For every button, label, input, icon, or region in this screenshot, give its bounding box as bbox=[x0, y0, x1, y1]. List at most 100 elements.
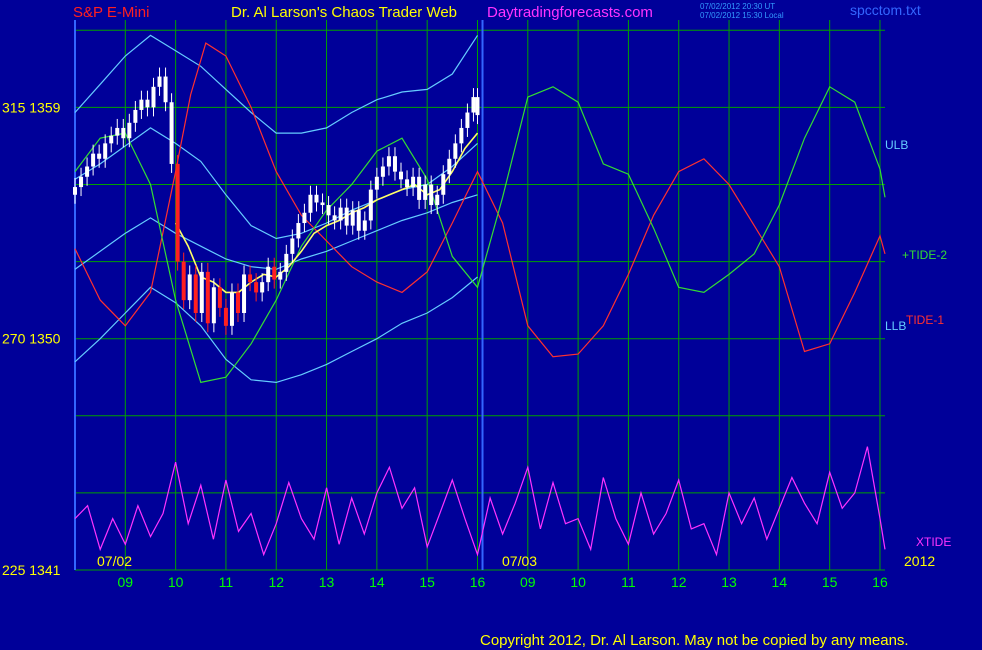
candle-body bbox=[205, 271, 210, 324]
candle-body bbox=[405, 179, 410, 188]
hour-tick-label: 14 bbox=[369, 574, 385, 590]
candle-body bbox=[453, 143, 458, 159]
candle-body bbox=[314, 194, 319, 203]
candle-body bbox=[447, 158, 452, 175]
candle-body bbox=[115, 127, 120, 136]
hour-tick-label: 16 bbox=[872, 574, 888, 590]
candle-body bbox=[169, 102, 174, 164]
candle-body bbox=[211, 287, 216, 324]
candle-body bbox=[392, 156, 397, 172]
hour-tick-label: 16 bbox=[470, 574, 486, 590]
year-label: 2012 bbox=[904, 553, 935, 569]
candle-body bbox=[145, 99, 150, 108]
hour-tick-label: 12 bbox=[268, 574, 284, 590]
y-axis-label: 225 1341 bbox=[2, 562, 61, 578]
llb-label: LLB bbox=[885, 319, 906, 333]
candle-body bbox=[223, 307, 228, 326]
hour-tick-label: 14 bbox=[772, 574, 788, 590]
date-label-2: 07/03 bbox=[502, 553, 537, 569]
site-label: Daytradingforecasts.com bbox=[487, 4, 653, 21]
hour-tick-label: 10 bbox=[168, 574, 184, 590]
candle-body bbox=[187, 274, 192, 301]
candle-body bbox=[121, 127, 126, 139]
candle-body bbox=[465, 112, 470, 128]
candle-body bbox=[471, 97, 476, 113]
candle-body bbox=[272, 266, 277, 280]
date-label-1: 07/02 bbox=[97, 553, 132, 569]
symbol-label: S&P E-Mini bbox=[73, 4, 149, 21]
candle-body bbox=[260, 282, 265, 293]
y-axis-label: 315 1359 bbox=[2, 99, 61, 115]
candle-body bbox=[157, 76, 162, 87]
hour-tick-label: 15 bbox=[419, 574, 435, 590]
candle-body bbox=[386, 156, 391, 167]
candle-body bbox=[151, 86, 156, 108]
stamp-local: 07/02/2012 15:30 Local bbox=[700, 11, 784, 20]
candle-body bbox=[308, 194, 313, 213]
candle-body bbox=[350, 210, 355, 226]
candle-body bbox=[296, 223, 301, 239]
candle-body bbox=[338, 207, 343, 221]
candle-body bbox=[284, 253, 289, 272]
tide1-label: TIDE-1 bbox=[906, 313, 944, 327]
candle-body bbox=[435, 194, 440, 206]
hour-tick-label: 15 bbox=[822, 574, 838, 590]
candle-body bbox=[380, 166, 385, 177]
candle-body bbox=[417, 176, 422, 200]
candle-body bbox=[91, 153, 96, 167]
candle-body bbox=[441, 174, 446, 195]
candle-body bbox=[242, 274, 247, 313]
candle-body bbox=[429, 184, 434, 206]
candle-body bbox=[73, 187, 77, 195]
candle-body bbox=[374, 176, 379, 190]
chaos-chart: 315 1359 270 1350 225 1341 09 10 11 12 13 14 15 16… bbox=[0, 0, 982, 650]
hour-tick-label: 11 bbox=[621, 574, 636, 590]
hour-tick-label: 12 bbox=[671, 574, 687, 590]
hour-tick-label: 10 bbox=[570, 574, 586, 590]
candle-body bbox=[139, 99, 144, 110]
candle-body bbox=[423, 184, 428, 200]
candle-body bbox=[199, 271, 204, 313]
candle-body bbox=[109, 135, 114, 144]
candle-body bbox=[368, 189, 373, 221]
y-axis-label: 270 1350 bbox=[2, 331, 61, 347]
candle-body bbox=[254, 282, 259, 293]
candle-body bbox=[399, 171, 404, 180]
hour-tick-label: 13 bbox=[721, 574, 737, 590]
candle-body bbox=[290, 238, 295, 254]
candle-body bbox=[85, 166, 90, 177]
candle-body bbox=[217, 287, 222, 308]
tide2-label: +TIDE-2 bbox=[902, 248, 947, 262]
xtide-label: XTIDE bbox=[916, 535, 951, 549]
candle-body bbox=[320, 202, 325, 206]
candle-body bbox=[248, 274, 253, 283]
candle-body bbox=[163, 76, 168, 103]
candle-body bbox=[181, 261, 186, 301]
candle-body bbox=[278, 271, 283, 280]
hour-tick-label: 09 bbox=[520, 574, 536, 590]
candle-body bbox=[332, 215, 337, 221]
hour-tick-label: 11 bbox=[219, 574, 234, 590]
candle-body bbox=[362, 220, 367, 231]
candle-body bbox=[103, 143, 108, 159]
candle-body bbox=[175, 163, 180, 262]
copyright: Copyright 2012, Dr. Al Larson. May not b… bbox=[480, 632, 909, 649]
ulb-label: ULB bbox=[885, 138, 908, 152]
candle-body bbox=[344, 207, 349, 226]
candle-body bbox=[326, 205, 331, 216]
candle-body bbox=[193, 274, 198, 313]
candle-body bbox=[97, 153, 102, 159]
stamp-ut: 07/02/2012 20:30 UT bbox=[700, 2, 775, 11]
candle-body bbox=[127, 122, 132, 139]
candle-body bbox=[459, 127, 464, 144]
candle-body bbox=[356, 210, 361, 231]
candle-body bbox=[133, 109, 138, 123]
chart-title: Dr. Al Larson's Chaos Trader Web bbox=[231, 4, 457, 21]
file-label: spcctom.txt bbox=[850, 2, 921, 18]
candle-body bbox=[302, 212, 307, 224]
candle-body bbox=[236, 292, 241, 313]
candle-body bbox=[229, 292, 234, 326]
candle-body bbox=[79, 176, 84, 188]
candle-body bbox=[411, 176, 416, 188]
hour-tick-label: 13 bbox=[319, 574, 335, 590]
